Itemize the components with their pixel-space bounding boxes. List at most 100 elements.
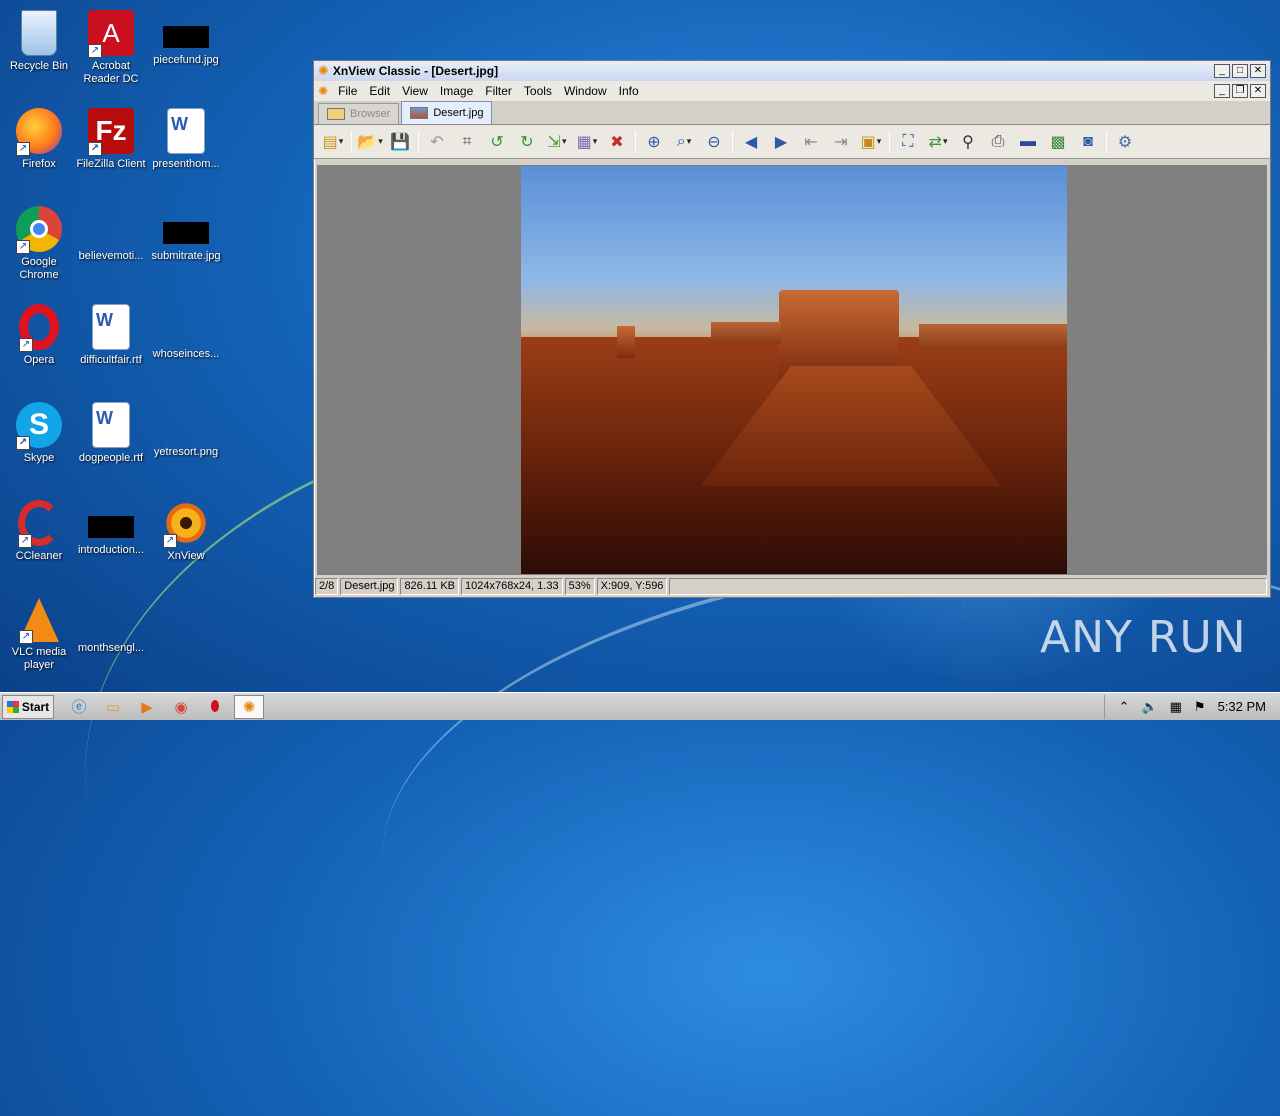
desktop-icon-label: yetresort.png [153, 446, 219, 458]
minimize-button[interactable]: _ [1214, 64, 1230, 78]
menu-filter[interactable]: Filter [479, 84, 518, 98]
print-icon[interactable]: ⎙ [985, 129, 1011, 155]
opera-icon: ↗ [19, 304, 59, 352]
desktop-icon-file[interactable]: W dogpeople.rtf [72, 396, 150, 488]
transform-icon[interactable]: ⇲ [544, 129, 570, 155]
zoom-out-icon[interactable]: ⊖ [701, 129, 727, 155]
open-folder-icon[interactable]: 📂 [357, 129, 383, 155]
fit-screen-icon[interactable]: ⛶ [895, 129, 921, 155]
desktop-icon-opera[interactable]: ↗ Opera [0, 298, 78, 390]
shortcut-arrow-icon: ↗ [18, 534, 32, 548]
desktop-icon-xnview[interactable]: ↗ XnView [147, 494, 225, 586]
network-icon[interactable]: ▦ [1170, 699, 1182, 715]
desktop-icon-skype[interactable]: S ↗ Skype [0, 396, 78, 488]
mdi-minimize-button[interactable]: _ [1214, 84, 1230, 98]
mdi-restore-button[interactable]: ❐ [1232, 84, 1248, 98]
tab-desert[interactable]: Desert.jpg [401, 101, 493, 124]
convert-icon[interactable]: ⇄ [925, 129, 951, 155]
desktop-icon-label: Recycle Bin [9, 60, 69, 72]
start-label: Start [21, 699, 50, 714]
maximize-button[interactable]: □ [1232, 64, 1248, 78]
rotate-right-icon[interactable]: ↻ [514, 129, 540, 155]
start-button[interactable]: Start [2, 694, 54, 719]
menu-image[interactable]: Image [434, 84, 479, 98]
chrome-taskbar-icon[interactable]: ◉ [166, 695, 196, 719]
settings-icon[interactable]: ⚙ [1112, 129, 1138, 155]
menu-file[interactable]: File [332, 84, 363, 98]
slideshow-icon[interactable]: ▣ [858, 129, 884, 155]
xnview-taskbar-icon[interactable]: ✺ [234, 694, 264, 719]
menu-window[interactable]: Window [558, 84, 613, 98]
toolbar-separator [635, 130, 636, 153]
window-titlebar[interactable]: ✺ XnView Classic - [Desert.jpg] _ □ ✕ [314, 61, 1270, 81]
desktop-icon-file[interactable]: yetresort.png [147, 396, 225, 488]
desktop-icon-firefox[interactable]: ↗ Firefox [0, 102, 78, 194]
redacted-thumbnail [163, 26, 209, 48]
zoom-icon[interactable]: ⌕ [671, 129, 697, 155]
system-tray: ⌃ 🔈 ▦ ⚑ 5:32 PM [1103, 694, 1280, 719]
desktop-icon-acrobat[interactable]: A ↗ Acrobat Reader DC [72, 4, 150, 96]
desktop-icon-file[interactable]: submitrate.jpg [147, 200, 225, 292]
folder-icon [327, 108, 345, 120]
clock[interactable]: 5:32 PM [1218, 699, 1266, 714]
menu-info[interactable]: Info [613, 84, 645, 98]
find-icon[interactable]: ⚲ [955, 129, 981, 155]
window-title: XnView Classic - [Desert.jpg] [332, 64, 499, 78]
desktop-icon-file[interactable]: piecefund.jpg [147, 4, 225, 96]
desktop-icon-filezilla[interactable]: Fz ↗ FileZilla Client [72, 102, 150, 194]
crop-icon[interactable]: ⌗ [454, 129, 480, 155]
opera-taskbar-icon[interactable]: ⬮ [200, 695, 230, 719]
media-player-icon[interactable]: ▶ [132, 695, 162, 719]
status-zoom: 53% [564, 577, 595, 595]
desktop-icon-file[interactable]: whoseinces... [147, 298, 225, 390]
ie-icon[interactable]: ⓔ [64, 695, 94, 719]
color-adjust-icon[interactable]: ▦ [574, 129, 600, 155]
mdi-controls: _ ❐ ✕ [1212, 84, 1266, 98]
last-page-icon[interactable]: ⇥ [828, 129, 854, 155]
tab-browser[interactable]: Browser [318, 103, 400, 124]
desktop-icon-file[interactable]: believemoti... [72, 200, 150, 292]
action-center-flag-icon[interactable]: ⚑ [1194, 699, 1206, 715]
shortcut-arrow-icon: ↗ [163, 534, 177, 548]
show-hidden-icons-icon[interactable]: ⌃ [1119, 699, 1130, 715]
undo-icon[interactable]: ↶ [424, 129, 450, 155]
desktop-icon-label: introduction... [77, 544, 145, 556]
zoom-in-icon[interactable]: ⊕ [641, 129, 667, 155]
desktop-icon-label: XnView [167, 550, 205, 562]
volume-icon[interactable]: 🔈 [1141, 699, 1157, 715]
desktop-icon-file[interactable]: introduction... [72, 494, 150, 586]
anyrun-watermark: ANY RUN [1040, 612, 1247, 663]
menu-edit[interactable]: Edit [363, 84, 396, 98]
mdi-close-button[interactable]: ✕ [1250, 84, 1266, 98]
tree-view-icon[interactable]: ▤ [320, 129, 346, 155]
close-button[interactable]: ✕ [1250, 64, 1266, 78]
menu-tools[interactable]: Tools [518, 84, 558, 98]
desktop-icon-label: Acrobat Reader DC [83, 60, 139, 85]
toolbar-separator [1106, 130, 1107, 153]
word-doc-icon: W [167, 108, 205, 154]
desktop-icon-google-chrome[interactable]: ↗ Google Chrome [0, 200, 78, 292]
vlc-cone-icon: ↗ [19, 598, 59, 644]
scan-icon[interactable]: ▬ [1015, 129, 1041, 155]
first-page-icon[interactable]: ⇤ [798, 129, 824, 155]
desktop-icon-file[interactable]: W presenthom... [147, 102, 225, 194]
desktop-icon-file[interactable]: monthsengl... [72, 592, 150, 684]
desert-photo [521, 166, 1067, 574]
save-icon[interactable]: 💾 [387, 129, 413, 155]
xnview-window[interactable]: ✺ XnView Classic - [Desert.jpg] _ □ ✕ ✺ … [313, 60, 1271, 598]
desktop-icon-file[interactable]: W difficultfair.rtf [72, 298, 150, 390]
rotate-left-icon[interactable]: ↺ [484, 129, 510, 155]
explorer-folder-icon[interactable]: ▭ [98, 695, 128, 719]
status-index: 2/8 [315, 577, 339, 595]
menu-view[interactable]: View [396, 84, 434, 98]
desktop-icon-ccleaner[interactable]: ↗ CCleaner [0, 494, 78, 586]
wallpaper-icon[interactable]: ▩ [1045, 129, 1071, 155]
image-viewer[interactable] [317, 165, 1267, 575]
photo-spire [617, 326, 635, 358]
desktop-icon-vlc[interactable]: ↗ VLC media player [0, 592, 78, 684]
red-eye-icon[interactable]: ✖ [604, 129, 630, 155]
next-image-icon[interactable]: ▶ [768, 129, 794, 155]
desktop-icon-recycle-bin[interactable]: Recycle Bin [0, 4, 78, 96]
capture-icon[interactable]: ◙ [1075, 129, 1101, 155]
previous-image-icon[interactable]: ◀ [738, 129, 764, 155]
